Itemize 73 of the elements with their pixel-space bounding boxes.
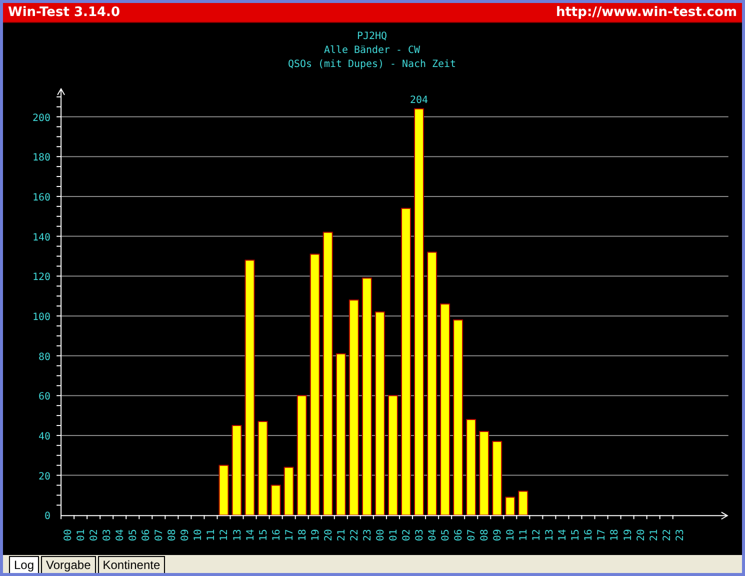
chart-title: PJ2HQ — [357, 30, 387, 42]
x-tick-label: 21 — [336, 529, 348, 542]
x-tick-label: 21 — [648, 529, 660, 542]
x-tick-label: 16 — [584, 529, 595, 542]
data-label: 204 — [410, 94, 428, 106]
x-tick-label: 22 — [662, 529, 673, 542]
x-tick-label: 02 — [89, 529, 100, 542]
y-tick-label: 160 — [32, 192, 51, 204]
x-tick-label: 09 — [180, 529, 192, 542]
x-tick-label: 01 — [76, 529, 88, 542]
x-tick-label: 17 — [596, 529, 608, 542]
tab[interactable]: Kontinente — [98, 556, 166, 573]
y-tick-label: 200 — [32, 112, 51, 124]
tab[interactable]: Log — [9, 556, 40, 573]
y-tick-label: 40 — [38, 431, 51, 442]
x-tick-label: 00 — [375, 529, 386, 542]
y-tick-label: 120 — [32, 272, 51, 284]
bar — [505, 496, 516, 516]
x-tick-label: 11 — [518, 529, 530, 542]
x-tick-label: 08 — [480, 529, 491, 542]
website-url: http://www.win-test.com — [556, 4, 737, 20]
x-tick-label: 18 — [297, 529, 308, 542]
x-tick-label: 07 — [466, 529, 478, 542]
x-tick-label: 08 — [167, 529, 178, 542]
x-tick-label: 05 — [128, 529, 140, 542]
x-tick-label: 19 — [622, 529, 634, 542]
x-tick-label: 03 — [102, 529, 114, 542]
x-tick-label: 02 — [401, 529, 412, 542]
chart-title: Alle Bänder - CW — [324, 44, 420, 56]
y-tick-label: 60 — [38, 392, 51, 403]
bar — [218, 464, 229, 516]
x-tick-label: 06 — [454, 529, 465, 542]
x-tick-label: 14 — [245, 529, 256, 542]
y-tick-label: 0 — [44, 511, 51, 522]
x-tick-label: 12 — [532, 529, 543, 542]
x-tick-label: 17 — [284, 529, 296, 542]
x-tick-label: 04 — [115, 529, 126, 542]
x-tick-label: 00 — [63, 529, 74, 542]
x-tick-label: 18 — [610, 529, 621, 542]
x-tick-label: 22 — [349, 529, 360, 542]
x-tick-label: 11 — [206, 529, 218, 542]
bar — [284, 466, 294, 516]
chart-title: QSOs (mit Dupes) - Nach Zeit — [288, 58, 456, 70]
x-tick-label: 10 — [506, 529, 517, 542]
x-tick-label: 09 — [492, 529, 504, 542]
x-tick-label: 06 — [141, 529, 152, 542]
x-tick-label: 15 — [258, 529, 270, 542]
y-tick-label: 20 — [38, 471, 51, 482]
y-tick-label: 80 — [38, 352, 51, 363]
tab[interactable]: Vorgabe — [41, 556, 96, 573]
x-tick-label: 13 — [544, 529, 556, 542]
x-tick-label: 07 — [154, 529, 166, 542]
x-tick-label: 12 — [219, 529, 230, 542]
bar — [270, 484, 281, 516]
x-tick-label: 05 — [440, 529, 452, 542]
x-tick-label: 23 — [362, 529, 374, 542]
window-title: Win-Test 3.14.0 — [8, 4, 120, 20]
x-tick-label: 15 — [570, 529, 582, 542]
x-tick-label: 13 — [232, 529, 244, 542]
x-tick-label: 19 — [310, 529, 322, 542]
x-tick-label: 04 — [428, 529, 438, 542]
bar — [518, 490, 528, 516]
x-tick-label: 16 — [271, 529, 282, 542]
x-tick-label: 03 — [414, 529, 426, 542]
x-tick-label: 23 — [674, 529, 686, 542]
y-tick-label: 180 — [32, 152, 51, 164]
y-tick-label: 140 — [32, 232, 51, 244]
x-tick-label: 14 — [558, 529, 569, 542]
x-tick-label: 20 — [636, 529, 647, 542]
y-tick-label: 100 — [32, 312, 51, 323]
x-tick-label: 10 — [193, 529, 204, 542]
x-tick-label: 20 — [323, 529, 334, 542]
x-tick-label: 01 — [388, 529, 400, 542]
